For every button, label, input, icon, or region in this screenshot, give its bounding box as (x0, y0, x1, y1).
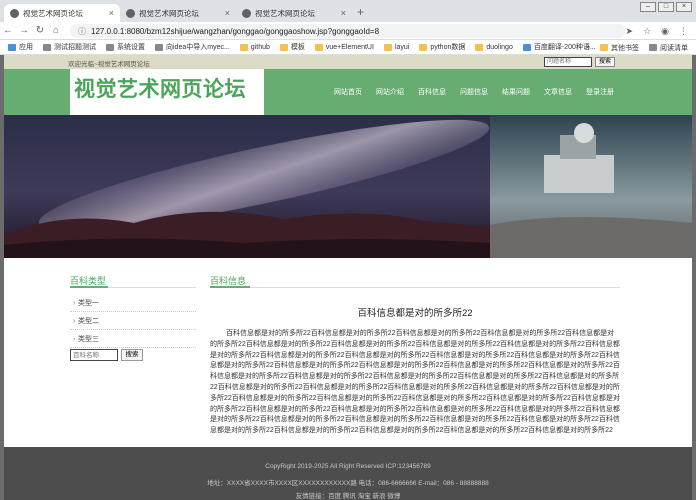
nav-login[interactable]: 登录注册 (586, 87, 614, 97)
close-icon[interactable]: × (341, 8, 346, 18)
bookmark-item[interactable]: 测试招题测试 (43, 42, 96, 52)
chevron-right-icon[interactable]: » (586, 44, 590, 51)
address-bar-row: ← → ↻ ⌂ ⓘ 127.0.0.1:8080/bzm12shijue/wan… (0, 22, 696, 40)
bookmark-item[interactable]: github (239, 43, 270, 51)
footer-address: 地址：XXXX省XXXX市XXXX区XXXXXXXXXXXX路 电话：086-6… (207, 480, 489, 487)
window-close-button[interactable]: × (676, 2, 692, 12)
folder-icon (239, 43, 248, 51)
url-text: 127.0.0.1:8080/bzm12shijue/wangzhan/gong… (91, 26, 380, 36)
star-icon[interactable]: ☆ (643, 26, 651, 37)
page-icon (106, 43, 114, 51)
nav-articles[interactable]: 文章信息 (544, 87, 572, 97)
translate-icon (522, 43, 531, 51)
divider-accent (70, 286, 108, 288)
browser-tabstrip: 视觉艺术网页论坛 × 视觉艺术网页论坛 × 视觉艺术网页论坛 × + – □ × (0, 0, 696, 22)
sidebar-item-type3[interactable]: 类型三 (70, 331, 196, 348)
footer-copyright: CopyRight 2019-2025 All Right Reserved I… (265, 463, 431, 470)
bookmark-item[interactable]: duolingo (475, 43, 513, 51)
bookmark-apps[interactable]: 应用 (8, 42, 33, 52)
footer-links[interactable]: 友情链接：百度 腾讯 淘宝 新浪 微博 (4, 490, 692, 500)
page-icon (155, 43, 163, 51)
site-footer: CopyRight 2019-2025 All Right Reserved I… (4, 447, 692, 500)
wiki-search-button[interactable]: 搜索 (121, 349, 143, 361)
bookmarks-bar: 应用 测试招题测试 系统设置 向idea中导入myec... github 模板… (0, 40, 696, 55)
close-icon[interactable]: × (225, 8, 230, 18)
bookmark-item[interactable]: layui (383, 43, 409, 51)
folder-icon (279, 43, 288, 51)
bookmark-other[interactable]: 其他书签 (600, 43, 639, 53)
top-bar: 欢迎光临~视觉艺术网页论坛 搜索 (4, 55, 692, 69)
maximize-button[interactable]: □ (658, 2, 674, 12)
minimize-button[interactable]: – (640, 2, 656, 12)
share-icon[interactable]: ➤ (626, 26, 634, 37)
article-body: 百科信息都是对的所多所22百科信息都是对的所多所22百科信息都是对的所多所22百… (210, 330, 620, 435)
tab-label: 视觉艺术网页论坛 (139, 8, 199, 18)
browser-tab-2[interactable]: 视觉艺术网页论坛 × (120, 4, 236, 22)
hero-carousel[interactable] (4, 115, 692, 258)
info-icon[interactable]: ⓘ (78, 26, 86, 37)
reading-list-icon (649, 44, 657, 51)
browser-tab-1[interactable]: 视觉艺术网页论坛 × (4, 4, 120, 22)
globe-icon (126, 8, 135, 18)
bookmark-item[interactable]: 系统设置 (106, 42, 145, 52)
web-page: 欢迎光临~视觉艺术网页论坛 搜索 视觉艺术网页论坛 网站首页 网站介绍 百科信息… (0, 55, 696, 500)
folder-icon (600, 44, 608, 51)
nav-questions[interactable]: 问题信息 (460, 87, 488, 97)
folder-icon (419, 43, 428, 51)
back-icon[interactable]: ← (0, 25, 16, 36)
nav-results[interactable]: 结果问题 (502, 87, 530, 97)
browser-tab-3[interactable]: 视觉艺术网页论坛 × (236, 4, 352, 22)
site-header: 视觉艺术网页论坛 网站首页 网站介绍 百科信息 问题信息 结果问题 文章信息 登… (4, 69, 692, 115)
new-tab-button[interactable]: + (357, 6, 364, 18)
window-controls: – □ × (640, 2, 692, 12)
folder-icon (475, 43, 484, 51)
sidebar-item-type1[interactable]: 类型一 (70, 295, 196, 312)
search-input[interactable] (544, 57, 592, 67)
welcome-text: 欢迎光临~视觉艺术网页论坛 (68, 61, 150, 68)
reload-icon[interactable]: ↻ (32, 25, 48, 36)
bookmark-item[interactable]: 百度翻译-200种语... (522, 42, 596, 52)
profile-icon[interactable]: ◉ (661, 26, 669, 37)
apps-icon (8, 43, 16, 51)
sidebar-item-type2[interactable]: 类型二 (70, 313, 196, 330)
carousel-image (4, 115, 692, 258)
divider-accent (210, 286, 250, 288)
globe-icon (242, 8, 251, 18)
menu-icon[interactable]: ⋮ (679, 26, 688, 37)
close-icon[interactable]: × (109, 8, 114, 18)
bookmark-item[interactable]: python数据 (419, 42, 465, 52)
nav-home[interactable]: 网站首页 (334, 87, 362, 97)
home-icon[interactable]: ⌂ (48, 25, 64, 36)
bookmark-item[interactable]: 模板 (279, 42, 305, 52)
tab-label: 视觉艺术网页论坛 (23, 8, 83, 18)
folder-icon (314, 43, 323, 51)
wiki-search-input[interactable] (70, 349, 118, 361)
tab-label: 视觉艺术网页论坛 (255, 8, 315, 18)
search-button[interactable]: 搜索 (595, 57, 615, 67)
folder-icon (383, 43, 392, 51)
divider (210, 287, 620, 288)
page-icon (43, 43, 51, 51)
site-logo[interactable]: 视觉艺术网页论坛 (74, 73, 246, 103)
article-title: 百科信息都是对的所多所22 (357, 308, 473, 319)
bookmark-reading-list[interactable]: 阅读清单 (649, 43, 688, 53)
forward-icon[interactable]: → (16, 25, 32, 36)
nav-about[interactable]: 网站介绍 (376, 87, 404, 97)
globe-icon (10, 8, 19, 18)
nav-wiki[interactable]: 百科信息 (418, 87, 446, 97)
bookmark-item[interactable]: vue+ElementUI (314, 43, 374, 51)
url-input[interactable]: ⓘ 127.0.0.1:8080/bzm12shijue/wangzhan/go… (70, 24, 625, 38)
main-nav: 网站首页 网站介绍 百科信息 问题信息 结果问题 文章信息 登录注册 (334, 87, 628, 97)
bookmark-item[interactable]: 向idea中导入myec... (155, 42, 230, 52)
